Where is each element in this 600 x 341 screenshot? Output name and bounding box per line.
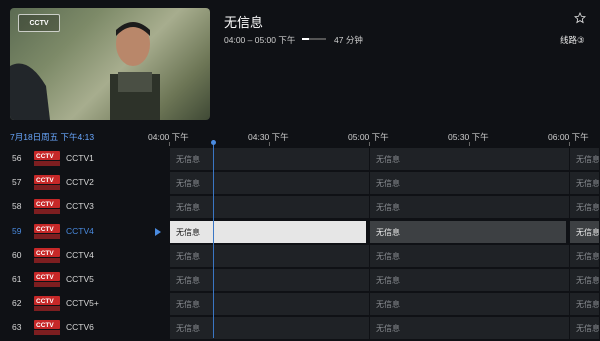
- program-cell[interactable]: 无信息: [570, 293, 600, 316]
- program-cell[interactable]: 无信息: [170, 293, 370, 316]
- svg-text:CCTV: CCTV: [36, 201, 54, 208]
- cctv-logo-icon: CCTV: [34, 296, 60, 312]
- svg-text:CCTV: CCTV: [36, 177, 54, 184]
- program-cell[interactable]: 无信息: [570, 148, 600, 170]
- program-cell[interactable]: 无信息: [570, 268, 600, 291]
- svg-text:CCTV: CCTV: [36, 153, 54, 160]
- svg-text:CCTV: CCTV: [36, 298, 54, 305]
- channel-number: 57: [12, 177, 22, 188]
- program-cell[interactable]: 无信息: [570, 244, 600, 267]
- channel-guide: 56 CCTV CCTV1 无信息 无信息 无信息 57 CCTV CCTV2 …: [0, 147, 600, 341]
- tick-mark: [569, 142, 570, 146]
- program-cell[interactable]: 无信息: [370, 220, 567, 243]
- channel-number: 61: [12, 273, 22, 284]
- program-cell[interactable]: 无信息: [170, 196, 370, 219]
- svg-text:CCTV: CCTV: [36, 250, 54, 257]
- channel-row[interactable]: 57 CCTV CCTV2 无信息 无信息 无信息: [0, 171, 600, 195]
- tick-mark: [369, 142, 370, 146]
- cctv-logo-icon: CCTV: [34, 247, 60, 263]
- current-time-line: [213, 140, 214, 338]
- program-cell[interactable]: 无信息: [370, 293, 570, 316]
- timeline-date: 7月18日周五 下午4:13: [10, 132, 95, 142]
- channel-watermark-logo: CCTV: [18, 14, 60, 32]
- tick-mark: [269, 142, 270, 146]
- cctv-logo-icon: CCTV: [34, 223, 60, 239]
- channel-number: 63: [12, 322, 22, 333]
- channel-name: CCTV6: [66, 322, 94, 333]
- program-cell[interactable]: 无信息: [370, 148, 570, 170]
- channel-name: CCTV2: [66, 177, 94, 188]
- channel-name: CCTV4: [66, 225, 94, 236]
- channel-number: 56: [12, 153, 22, 163]
- program-cell[interactable]: 无信息: [570, 196, 600, 219]
- line-switch-button[interactable]: 线路③: [560, 34, 585, 46]
- cctv-logo-icon: CCTV: [34, 151, 60, 166]
- program-cell[interactable]: 无信息: [370, 244, 570, 267]
- program-cell[interactable]: 无信息: [570, 220, 600, 243]
- program-cell[interactable]: 无信息: [370, 317, 570, 340]
- program-cell[interactable]: 无信息: [370, 196, 570, 219]
- program-duration: 47 分钟: [334, 35, 363, 45]
- channel-name: CCTV4: [66, 249, 94, 260]
- star-outline-icon[interactable]: [574, 12, 586, 24]
- play-arrow-icon: [155, 227, 161, 236]
- channel-number: 62: [12, 298, 22, 309]
- channel-row[interactable]: 63 CCTV CCTV6 无信息 无信息 无信息: [0, 316, 600, 340]
- video-preview[interactable]: CCTV: [10, 8, 210, 120]
- video-frame-shoulder: [10, 63, 50, 120]
- program-cell[interactable]: 无信息: [170, 268, 370, 291]
- channel-number: 60: [12, 249, 22, 260]
- channel-row[interactable]: 61 CCTV CCTV5 无信息 无信息 无信息: [0, 268, 600, 292]
- cctv-logo-icon: CCTV: [34, 175, 60, 191]
- program-cell[interactable]: 无信息: [170, 172, 370, 195]
- program-cell[interactable]: 无信息: [170, 148, 370, 170]
- channel-row-active[interactable]: 59 CCTV CCTV4 无信息 无信息 无信息: [0, 220, 600, 244]
- program-progress-bar: [302, 38, 326, 40]
- program-cell-selected[interactable]: 无信息: [170, 220, 367, 243]
- channel-name: CCTV5: [66, 273, 94, 284]
- program-cell[interactable]: 无信息: [570, 317, 600, 340]
- cctv-logo-icon: CCTV: [34, 271, 60, 287]
- program-cell[interactable]: 无信息: [570, 172, 600, 195]
- cctv-logo-icon: CCTV: [34, 320, 60, 336]
- channel-number: 59: [12, 225, 22, 236]
- program-cell[interactable]: 无信息: [170, 317, 370, 340]
- tick-mark: [469, 142, 470, 146]
- channel-name: CCTV5+: [66, 298, 99, 309]
- video-frame-person: [110, 22, 160, 120]
- program-title: 无信息: [224, 15, 264, 30]
- cctv-logo-icon: CCTV: [34, 199, 60, 215]
- tick-mark: [169, 142, 170, 146]
- svg-text:CCTV: CCTV: [36, 274, 54, 281]
- program-cell[interactable]: 无信息: [370, 172, 570, 195]
- channel-row[interactable]: 58 CCTV CCTV3 无信息 无信息 无信息: [0, 195, 600, 219]
- channel-row[interactable]: 62 CCTV CCTV5+ 无信息 无信息 无信息: [0, 292, 600, 316]
- channel-row[interactable]: 60 CCTV CCTV4 无信息 无信息 无信息: [0, 244, 600, 268]
- svg-text:CCTV: CCTV: [36, 226, 54, 233]
- channel-name: CCTV1: [66, 153, 94, 163]
- svg-text:CCTV: CCTV: [36, 322, 54, 329]
- program-cell[interactable]: 无信息: [370, 268, 570, 291]
- channel-number: 58: [12, 201, 22, 212]
- program-time-range: 04:00 – 05:00 下午: [224, 35, 296, 45]
- program-cell[interactable]: 无信息: [170, 244, 370, 267]
- current-time-marker: [211, 140, 216, 145]
- channel-name: CCTV3: [66, 201, 94, 212]
- channel-row[interactable]: 56 CCTV CCTV1 无信息 无信息 无信息: [0, 147, 600, 171]
